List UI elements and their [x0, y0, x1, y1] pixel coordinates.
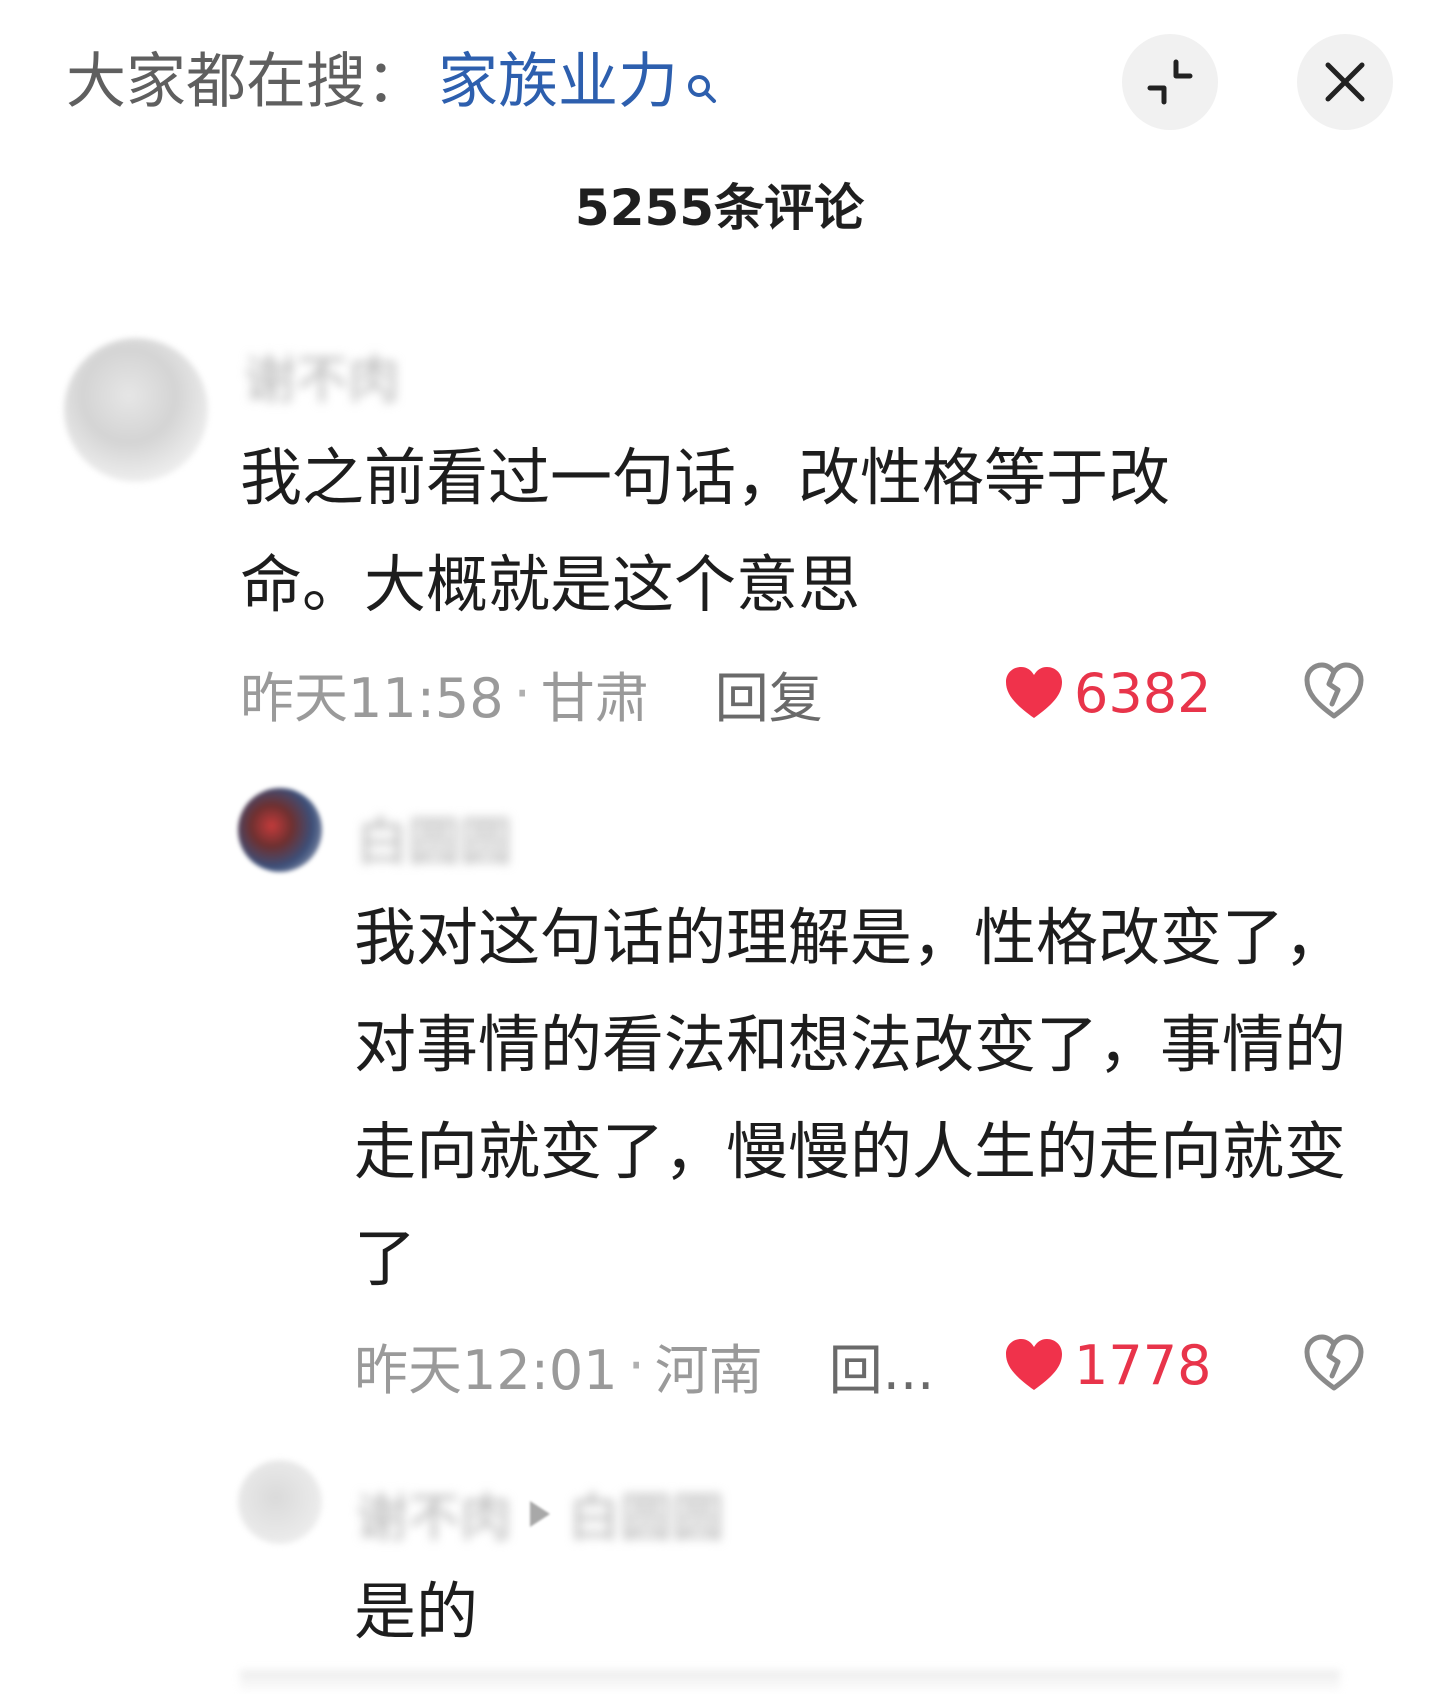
like-button[interactable]: 6382	[1004, 658, 1211, 728]
heart-icon	[1006, 667, 1062, 718]
comments-panel: 大家都在搜： 家族业力 5255条评论 谢不肉 我之前看过一句话，改性格等于改命…	[0, 0, 1439, 1694]
like-button[interactable]: 1778	[1004, 1330, 1211, 1400]
search-query-link[interactable]: 家族业力	[438, 42, 678, 122]
comment-text: 我之前看过一句话，改性格等于改命。大概就是这个意思	[240, 441, 1171, 621]
like-count: 6382	[1074, 661, 1212, 725]
avatar[interactable]	[64, 338, 208, 482]
close-icon	[1325, 62, 1365, 102]
meta-separator: ·	[513, 661, 531, 725]
reply-target-username[interactable]: 白圆圆	[568, 1476, 724, 1551]
search-prefix: 大家都在搜：	[66, 47, 426, 117]
reply-button[interactable]: 回复	[715, 654, 823, 733]
broken-heart-icon	[1304, 662, 1364, 719]
broken-heart-icon	[1304, 1334, 1364, 1391]
comment-text: 我对这句话的理解是，性格改变了，对事情的看法和想法改变了，事情的走向就变了，慢慢…	[354, 901, 1347, 1295]
dislike-button[interactable]	[1302, 1332, 1366, 1396]
collapse-icon	[1147, 59, 1193, 105]
reply-to-line: 谢不肉 白圆圆	[356, 1476, 724, 1551]
comment-location: 河南	[654, 1338, 763, 1402]
comment-text: 是的	[354, 1575, 479, 1648]
comment-count: 5255条评论	[574, 179, 865, 237]
dislike-button[interactable]	[1302, 660, 1366, 724]
reply-button[interactable]: 回...	[829, 1326, 935, 1405]
minimize-button[interactable]	[1122, 34, 1218, 130]
comment-time: 昨天12:01	[354, 1338, 618, 1402]
comment-meta: 昨天12:01 · 河南 回...	[354, 1330, 934, 1402]
username[interactable]: 白圆圆	[356, 800, 512, 875]
username[interactable]: 谢不肉	[244, 338, 400, 413]
like-count: 1778	[1074, 1333, 1212, 1397]
next-comment-meta-cutoff	[240, 1670, 1340, 1694]
comment-meta: 昨天11:58 · 甘肃 回复	[240, 658, 823, 730]
comment-time: 昨天11:58	[240, 666, 504, 730]
comment-location: 甘肃	[540, 666, 649, 730]
meta-separator: ·	[627, 1333, 645, 1397]
heart-icon	[1006, 1339, 1062, 1390]
avatar[interactable]	[238, 1460, 322, 1544]
username[interactable]: 谢不肉	[356, 1476, 512, 1551]
reply-arrow-icon	[530, 1500, 551, 1527]
avatar[interactable]	[238, 788, 322, 872]
search-icon	[684, 47, 720, 103]
close-button[interactable]	[1297, 34, 1393, 130]
search-suggestion[interactable]: 大家都在搜： 家族业力	[66, 42, 720, 122]
